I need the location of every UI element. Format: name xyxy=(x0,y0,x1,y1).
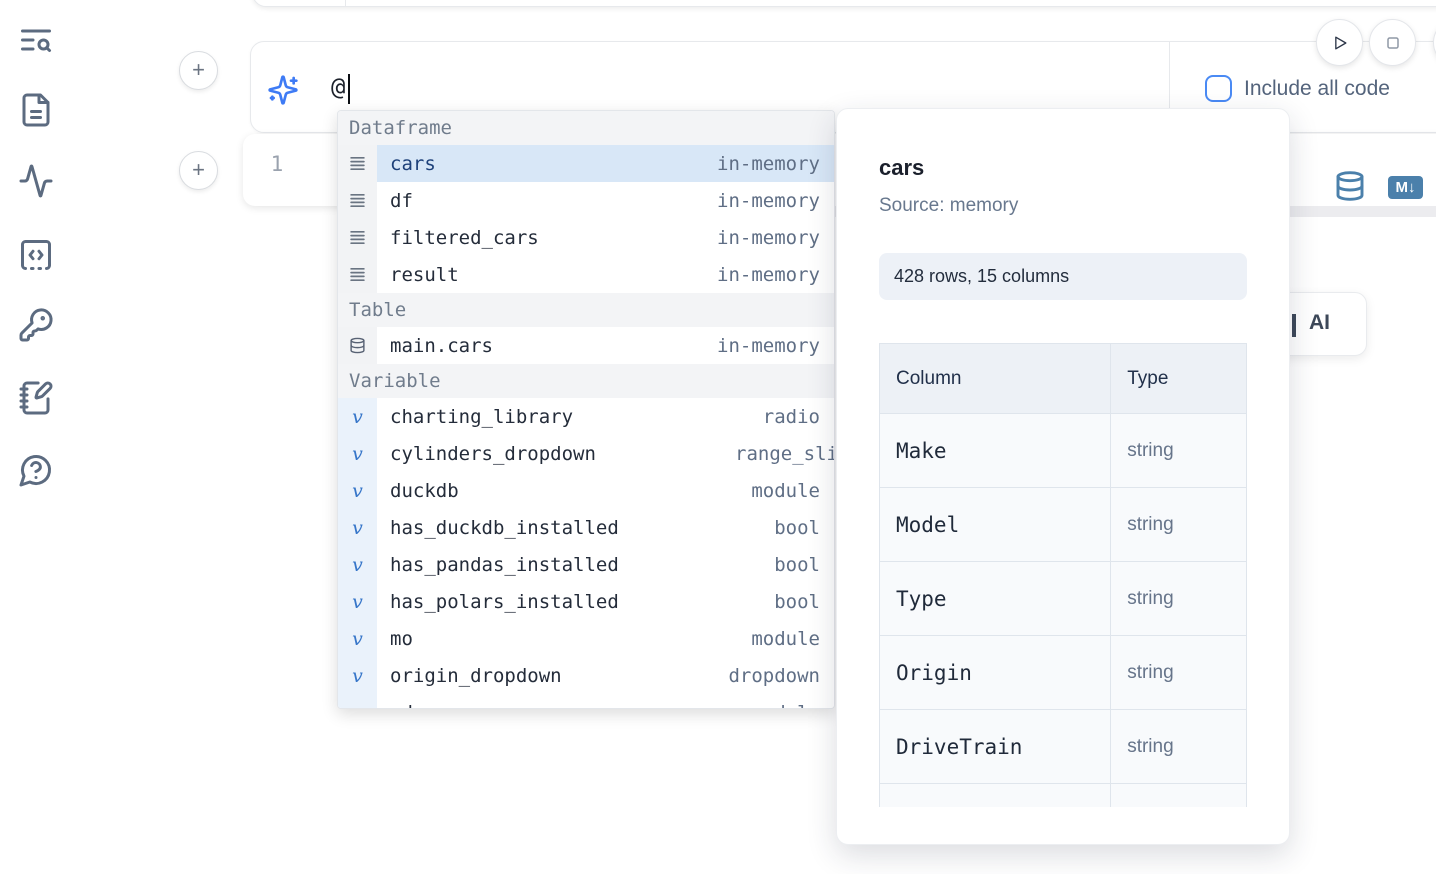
file-search-icon[interactable] xyxy=(18,22,54,58)
group-header-variable: Variable xyxy=(338,364,834,398)
previous-cell-divider xyxy=(345,0,346,7)
table-row: DriveTrain string xyxy=(880,710,1247,784)
autocomplete-item-charting-library[interactable]: v charting_libraryradio xyxy=(338,398,834,435)
column-header: Column xyxy=(880,344,1111,414)
group-header-dataframe: Dataframe xyxy=(338,111,834,145)
ai-prompt-input[interactable]: @ xyxy=(331,73,345,101)
variable-icon: v xyxy=(338,398,377,435)
dataframe-icon xyxy=(338,145,377,182)
schema-table: Column Type Make string Model string Typ… xyxy=(879,343,1247,807)
variable-icon: v xyxy=(338,620,377,657)
variable-icon: v xyxy=(338,694,377,709)
autocomplete-item-duckdb[interactable]: v duckdbmodule xyxy=(338,472,834,509)
type-header: Type xyxy=(1111,344,1247,414)
add-cell-above-button[interactable]: + xyxy=(179,51,218,90)
dataframe-icon xyxy=(338,182,377,219)
include-all-code-checkbox[interactable] xyxy=(1205,75,1232,102)
scratchpad-notebook-icon[interactable] xyxy=(18,380,54,416)
preview-source: Source: memory xyxy=(879,195,1247,217)
variable-icon: v xyxy=(338,583,377,620)
markdown-icon[interactable]: M↓ xyxy=(1388,176,1423,199)
text-cursor xyxy=(348,74,350,104)
stop-cell-button[interactable] xyxy=(1369,19,1416,66)
stop-square-icon xyxy=(1383,33,1403,53)
autocomplete-dropdown[interactable]: Dataframe carsin-memory dfin-memory filt… xyxy=(337,110,835,709)
variable-icon: v xyxy=(338,472,377,509)
database-icon[interactable] xyxy=(1334,170,1366,202)
autocomplete-item-pd[interactable]: v pdmodule xyxy=(338,694,834,709)
autocomplete-item-has-polars-installed[interactable]: v has_polars_installedbool xyxy=(338,583,834,620)
code-snippets-icon[interactable] xyxy=(18,237,54,273)
variable-icon: v xyxy=(338,509,377,546)
table-row: Model string xyxy=(880,488,1247,562)
autocomplete-item-filtered-cars[interactable]: filtered_carsin-memory xyxy=(338,219,834,256)
add-cell-below-button[interactable]: + xyxy=(179,151,218,190)
document-icon[interactable] xyxy=(18,92,54,128)
table-header-row: Column Type xyxy=(880,344,1247,414)
dataframe-icon xyxy=(338,219,377,256)
autocomplete-item-result[interactable]: resultin-memory xyxy=(338,256,834,293)
autocomplete-item-origin-dropdown[interactable]: v origin_dropdowndropdown xyxy=(338,657,834,694)
run-cell-button[interactable] xyxy=(1316,19,1363,66)
ai-sparkles-icon xyxy=(267,74,299,106)
clipped-letter-fragment xyxy=(1292,314,1296,337)
table-row: Origin string xyxy=(880,636,1247,710)
line-number: 1 xyxy=(260,152,294,176)
include-all-code-label: Include all code xyxy=(1244,77,1390,101)
autocomplete-item-has-duckdb-installed[interactable]: v has_duckdb_installedbool xyxy=(338,509,834,546)
table-row: Type string xyxy=(880,562,1247,636)
table-row: Make string xyxy=(880,414,1247,488)
table-database-icon xyxy=(338,327,377,364)
previous-cell-fragment xyxy=(252,0,1436,7)
variable-icon: v xyxy=(338,546,377,583)
dataframe-icon xyxy=(338,256,377,293)
table-row xyxy=(880,784,1247,808)
autocomplete-item-has-pandas-installed[interactable]: v has_pandas_installedbool xyxy=(338,546,834,583)
autocomplete-item-df[interactable]: dfin-memory xyxy=(338,182,834,219)
autocomplete-item-cars[interactable]: carsin-memory xyxy=(338,145,834,182)
ai-button-label: AI xyxy=(1309,311,1330,335)
autocomplete-item-cylinders-dropdown[interactable]: v cylinders_dropdownrange_sli xyxy=(338,435,834,472)
schema-table-wrap: Column Type Make string Model string Typ… xyxy=(879,343,1247,807)
autocomplete-item-mo[interactable]: v momodule xyxy=(338,620,834,657)
play-icon xyxy=(1330,33,1350,53)
variable-icon: v xyxy=(338,657,377,694)
help-chat-icon[interactable] xyxy=(18,452,54,488)
shape-badge: 428 rows, 15 columns xyxy=(879,253,1247,300)
variable-icon: v xyxy=(338,435,377,472)
preview-title: cars xyxy=(879,155,1247,181)
secrets-key-icon[interactable] xyxy=(18,307,54,343)
autocomplete-item-main-cars[interactable]: main.carsin-memory xyxy=(338,327,834,364)
group-header-table: Table xyxy=(338,293,834,327)
activity-icon[interactable] xyxy=(18,163,54,199)
dataframe-preview-panel: cars Source: memory 428 rows, 15 columns… xyxy=(836,108,1290,845)
